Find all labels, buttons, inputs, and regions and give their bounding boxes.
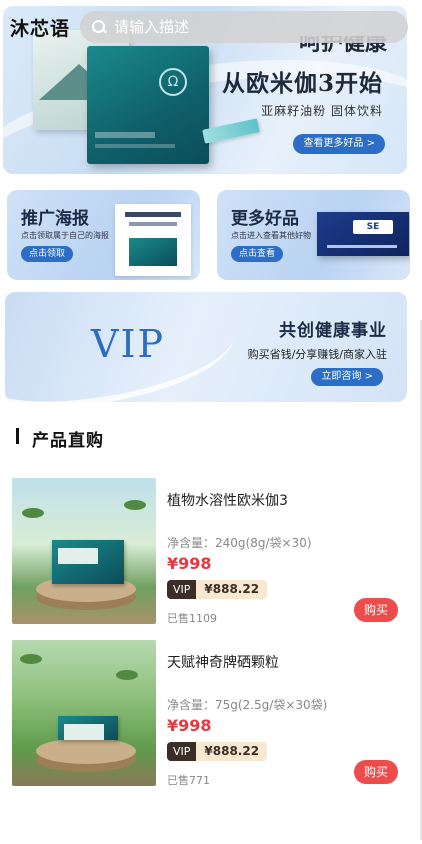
- product-name: 植物水溶性欧米伽3: [167, 493, 288, 509]
- product-spec: 净含量：240g(8g/袋×30): [167, 536, 312, 550]
- buy-button[interactable]: 购买: [354, 760, 398, 784]
- vip-banner[interactable]: VIP 共创健康事业 购买省钱/分享赚钱/商家入驻 立即咨询 >: [5, 292, 407, 402]
- product-item[interactable]: 天赋神奇牌硒颗粒 净含量：75g(2.5g/袋×30袋) ¥998 VIP ¥8…: [12, 640, 410, 790]
- poster-thumbnail-image: [115, 204, 191, 276]
- promo-card-title: 推广海报: [21, 209, 89, 229]
- vip-banner-subtitle: 购买省钱/分享赚钱/商家入驻: [247, 348, 387, 361]
- search-input[interactable]: [114, 18, 374, 36]
- app-page: Ω 呵护健康 从欧米伽3开始 亚麻籽油粉 固体饮料 查看更多好品 > 沐芯语 推…: [0, 0, 422, 844]
- product-image: [12, 478, 156, 624]
- vip-label: VIP: [167, 742, 197, 761]
- vip-price: ¥888.22: [196, 742, 268, 761]
- promo-card-more-products[interactable]: 更多好品 点击进入查看其他好物 点击查看 SE: [217, 190, 410, 280]
- vip-banner-title: 共创健康事业: [279, 321, 387, 341]
- promo-card-poster[interactable]: 推广海报 点击领取属于自己的海报 点击领取: [7, 190, 200, 280]
- product-box-image: Ω: [87, 46, 209, 164]
- buy-button[interactable]: 购买: [354, 598, 398, 622]
- vip-price-badge: VIP ¥888.22: [167, 742, 268, 761]
- section-title: 产品直购: [32, 431, 104, 451]
- brand-title: 沐芯语: [10, 18, 71, 40]
- search-icon: [92, 20, 106, 34]
- view-products-button[interactable]: 点击查看: [231, 246, 284, 262]
- section-bar-marker: [16, 428, 19, 444]
- sold-count: 已售771: [167, 774, 210, 787]
- sold-count: 已售1109: [167, 612, 217, 625]
- consult-now-button[interactable]: 立即咨询 >: [311, 368, 383, 386]
- product-price: ¥998: [167, 554, 212, 573]
- vip-label: VIP: [167, 580, 197, 599]
- product-item[interactable]: 植物水溶性欧米伽3 净含量：240g(8g/袋×30) ¥998 VIP ¥88…: [12, 478, 410, 628]
- vip-price-badge: VIP ¥888.22: [167, 580, 268, 599]
- vip-price: ¥888.22: [196, 580, 268, 599]
- hero-title: 从欧米伽3开始: [221, 70, 383, 97]
- claim-poster-button[interactable]: 点击领取: [21, 246, 74, 262]
- promo-card-desc: 点击领取属于自己的海报: [21, 231, 109, 240]
- promo-card-title: 更多好品: [231, 209, 299, 229]
- promo-card-desc: 点击进入查看其他好物: [231, 231, 311, 240]
- product-image: [12, 640, 156, 786]
- view-more-products-button[interactable]: 查看更多好品 >: [293, 134, 385, 154]
- product-price: ¥998: [167, 716, 212, 735]
- search-bar[interactable]: [80, 11, 408, 43]
- product-name: 天赋神奇牌硒颗粒: [167, 655, 279, 671]
- hero-subtitle: 亚麻籽油粉 固体饮料: [261, 104, 383, 118]
- product-spec: 净含量：75g(2.5g/袋×30袋): [167, 698, 328, 712]
- product-box-image: SE: [317, 212, 409, 256]
- vip-word: VIP: [91, 322, 166, 366]
